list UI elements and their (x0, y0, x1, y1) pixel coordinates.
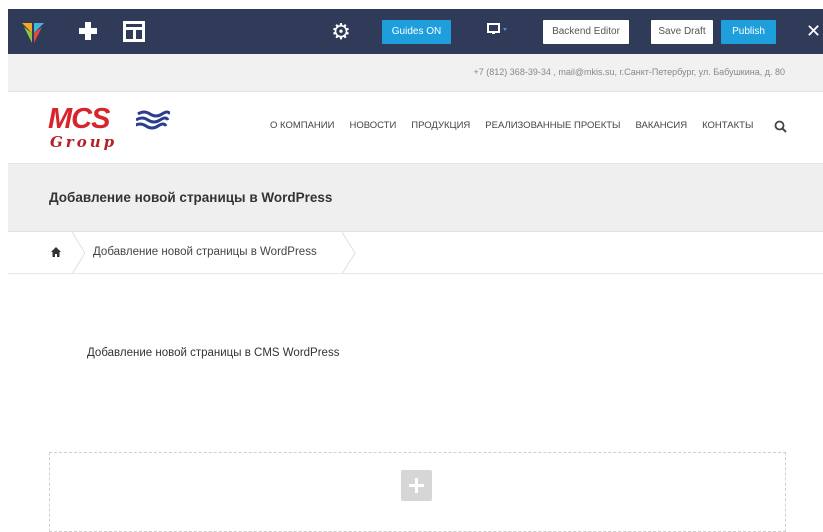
nav-item-vacancy[interactable]: ВАКАНСИЯ (635, 120, 687, 131)
page-title: Добавление новой страницы в WordPress (49, 190, 333, 205)
nav-item-news[interactable]: НОВОСТИ (349, 120, 396, 131)
publish-button[interactable]: Publish (721, 20, 776, 44)
logo-waves-icon (136, 110, 170, 130)
site-header: MCS Group О КОМПАНИИ НОВОСТИ ПРОДУКЦИЯ Р… (8, 92, 823, 164)
nav-item-products[interactable]: ПРОДУКЦИЯ (411, 120, 470, 131)
save-draft-button[interactable]: Save Draft (651, 20, 713, 44)
contact-strip: +7 (812) 368-39-34 , mail@mkis.su, г.Сан… (8, 54, 823, 92)
backend-editor-button[interactable]: Backend Editor (543, 20, 629, 44)
vc-toolbar: ⚙ Guides ON Backend Editor Save Draft Pu… (8, 9, 823, 54)
element-dropzone[interactable] (49, 452, 786, 532)
search-icon[interactable] (774, 120, 787, 133)
guides-toggle-button[interactable]: Guides ON (382, 20, 451, 44)
vc-logo-icon[interactable] (20, 19, 46, 45)
breadcrumb-current: Добавление новой страницы в WordPress (93, 246, 317, 258)
settings-gear-icon[interactable]: ⚙ (328, 19, 354, 45)
contact-info: +7 (812) 368-39-34 , mail@mkis.su, г.Сан… (473, 67, 785, 77)
breadcrumb-separator (342, 232, 356, 274)
page-title-band: Добавление новой страницы в WordPress (8, 164, 823, 232)
device-preview-icon[interactable] (479, 21, 515, 45)
home-icon[interactable] (50, 246, 62, 258)
main-nav: О КОМПАНИИ НОВОСТИ ПРОДУКЦИЯ РЕАЛИЗОВАНН… (270, 120, 768, 131)
breadcrumb-separator (72, 232, 86, 274)
site-logo[interactable]: MCS Group (48, 103, 178, 153)
templates-icon[interactable] (123, 21, 145, 42)
add-element-icon[interactable] (77, 20, 99, 42)
logo-wordmark: MCS (48, 103, 110, 135)
add-element-button[interactable] (401, 470, 432, 501)
logo-subtitle: Group (50, 133, 118, 151)
breadcrumb: Добавление новой страницы в WordPress (8, 232, 823, 274)
nav-item-contacts[interactable]: КОНТАКТЫ (702, 120, 753, 131)
nav-item-projects[interactable]: РЕАЛИЗОВАННЫЕ ПРОЕКТЫ (485, 120, 620, 131)
content-text[interactable]: Добавление новой страницы в CMS WordPres… (87, 347, 339, 359)
close-icon[interactable]: ✕ (806, 19, 821, 43)
nav-item-about[interactable]: О КОМПАНИИ (270, 120, 334, 131)
